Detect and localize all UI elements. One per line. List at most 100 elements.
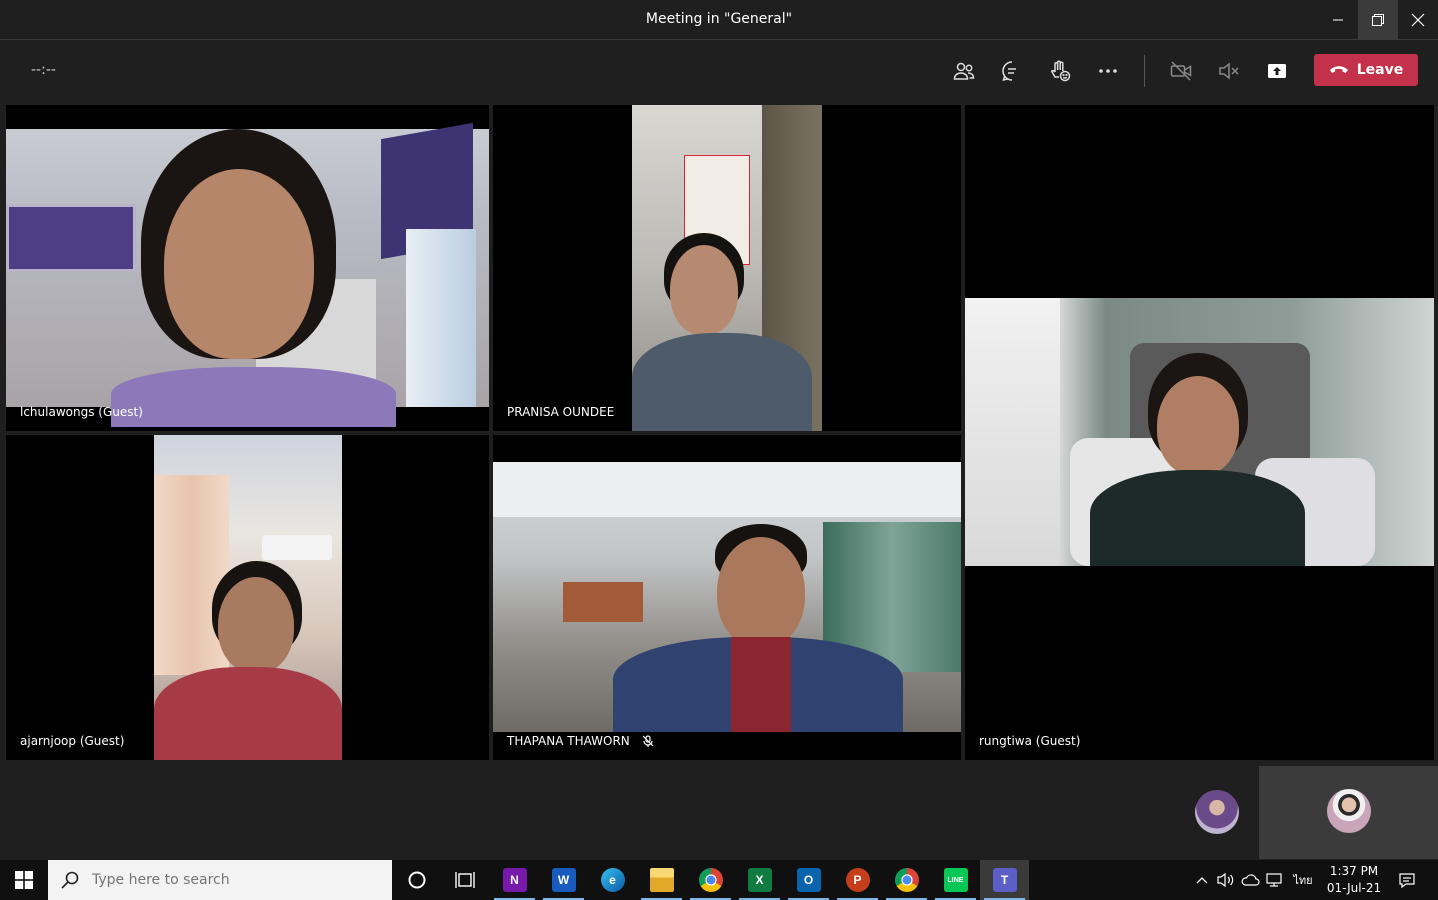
participant-name-label: THAPANA THAWORN — [507, 734, 630, 748]
restore-button[interactable] — [1358, 0, 1398, 40]
toolbar-divider — [1144, 55, 1145, 87]
taskbar-search[interactable] — [48, 860, 392, 900]
cabinet — [563, 582, 643, 622]
participant-tile[interactable]: rungtiwa (Guest) — [965, 105, 1434, 760]
line-icon: LINE — [943, 868, 968, 892]
share-icon — [1268, 64, 1286, 78]
notifications-icon — [1399, 873, 1415, 888]
participant-body — [111, 367, 396, 427]
ceiling — [493, 462, 961, 517]
start-button[interactable] — [0, 860, 48, 900]
raise-hand-button[interactable] — [1044, 55, 1076, 87]
edge-app[interactable]: e — [588, 860, 637, 900]
volume-button[interactable] — [1214, 860, 1238, 900]
participant-tile[interactable]: lchulawongs (Guest) — [6, 105, 489, 431]
participant-shirt — [731, 637, 791, 732]
minimize-icon — [1333, 19, 1343, 21]
network-button[interactable] — [1262, 860, 1286, 900]
close-button[interactable] — [1398, 0, 1438, 40]
task-view-button[interactable] — [440, 860, 489, 900]
curtain — [154, 475, 229, 675]
wall-poster — [6, 204, 136, 272]
mic-muted-icon — [642, 735, 654, 747]
participant-video — [154, 435, 342, 760]
cortana-button[interactable] — [392, 860, 441, 900]
participant-name: THAPANA THAWORN — [507, 734, 654, 748]
participant-face — [1157, 376, 1239, 476]
excel-app[interactable]: X — [735, 860, 784, 900]
powerpoint-app[interactable]: P — [833, 860, 882, 900]
leave-label: Leave — [1356, 62, 1404, 78]
close-icon — [1411, 13, 1425, 27]
outlook-app[interactable]: O — [784, 860, 833, 900]
show-participants-button[interactable] — [948, 55, 980, 87]
chat-icon — [1002, 61, 1016, 82]
camera-toggle-button[interactable] — [1165, 55, 1197, 87]
volume-icon — [1217, 872, 1234, 888]
chrome-icon — [894, 868, 919, 892]
minimize-button[interactable] — [1318, 0, 1358, 40]
people-icon — [953, 62, 975, 80]
participant-video — [965, 298, 1434, 566]
onedrive-button[interactable] — [1238, 860, 1262, 900]
participant-name: ajarnjoop (Guest) — [20, 734, 125, 748]
participant-face — [218, 577, 294, 673]
search-input[interactable] — [92, 872, 372, 888]
taskbar-clock[interactable]: 1:37 PM 01-Jul-21 — [1318, 863, 1390, 897]
clock-time: 1:37 PM — [1329, 864, 1379, 878]
leave-button[interactable]: Leave — [1314, 54, 1418, 86]
participant-tile[interactable]: ajarnjoop (Guest) — [6, 435, 489, 760]
participant-body — [632, 333, 812, 431]
meeting-timer: --:-- — [31, 62, 56, 78]
participant-tile[interactable]: THAPANA THAWORN — [493, 435, 961, 760]
participant-face — [670, 245, 738, 335]
share-screen-button[interactable] — [1261, 55, 1293, 87]
participant-tile[interactable]: PRANISA OUNDEE — [493, 105, 961, 431]
participant-avatar[interactable] — [1195, 790, 1239, 834]
circle-icon — [408, 871, 425, 889]
speaker-toggle-button[interactable] — [1213, 55, 1245, 87]
air-conditioner — [262, 535, 332, 560]
cloud-icon — [1241, 874, 1260, 886]
chrome-app[interactable] — [686, 860, 735, 900]
show-chat-button[interactable] — [996, 55, 1028, 87]
word-app[interactable]: W — [539, 860, 588, 900]
chrome-app-2[interactable] — [882, 860, 931, 900]
participant-face — [164, 169, 314, 359]
line-app[interactable]: LINE — [931, 860, 980, 900]
camera-off-icon — [1170, 61, 1192, 81]
window-light — [406, 229, 476, 407]
participant-body — [154, 667, 342, 760]
teams-icon: T — [992, 868, 1017, 892]
self-preview[interactable] — [1259, 766, 1438, 859]
restore-icon — [1372, 14, 1384, 26]
teams-meeting-window: Meeting in "General" --:-- Leave lchulaw… — [0, 0, 1438, 900]
meeting-toolbar: --:-- Leave — [0, 40, 1438, 102]
clock-date: 01-Jul-21 — [1326, 881, 1382, 895]
participant-name: PRANISA OUNDEE — [507, 405, 615, 419]
action-center-button[interactable] — [1392, 860, 1422, 900]
more-actions-button[interactable] — [1092, 55, 1124, 87]
excel-icon: X — [747, 868, 772, 892]
onenote-app[interactable]: N — [490, 860, 539, 900]
participant-name: lchulawongs (Guest) — [20, 405, 143, 419]
powerpoint-icon: P — [845, 868, 870, 892]
folder-icon — [649, 868, 674, 892]
window-title: Meeting in "General" — [645, 11, 793, 27]
participant-video — [6, 122, 489, 427]
outlook-icon: O — [796, 868, 821, 892]
word-icon: W — [551, 868, 576, 892]
title-bar: Meeting in "General" — [0, 0, 1438, 40]
teams-app[interactable]: T — [980, 860, 1029, 900]
task-view-icon — [454, 872, 475, 888]
show-hidden-icons-button[interactable] — [1190, 860, 1214, 900]
network-icon — [1266, 873, 1282, 887]
participant-face — [717, 537, 805, 647]
chrome-icon — [698, 868, 723, 892]
mic-off-icon — [1219, 62, 1239, 80]
windows-logo-icon — [15, 871, 33, 889]
file-explorer-app[interactable] — [637, 860, 686, 900]
language-indicator[interactable]: ไทย — [1288, 860, 1318, 900]
participant-body — [1090, 470, 1305, 566]
participant-name: rungtiwa (Guest) — [979, 734, 1081, 748]
